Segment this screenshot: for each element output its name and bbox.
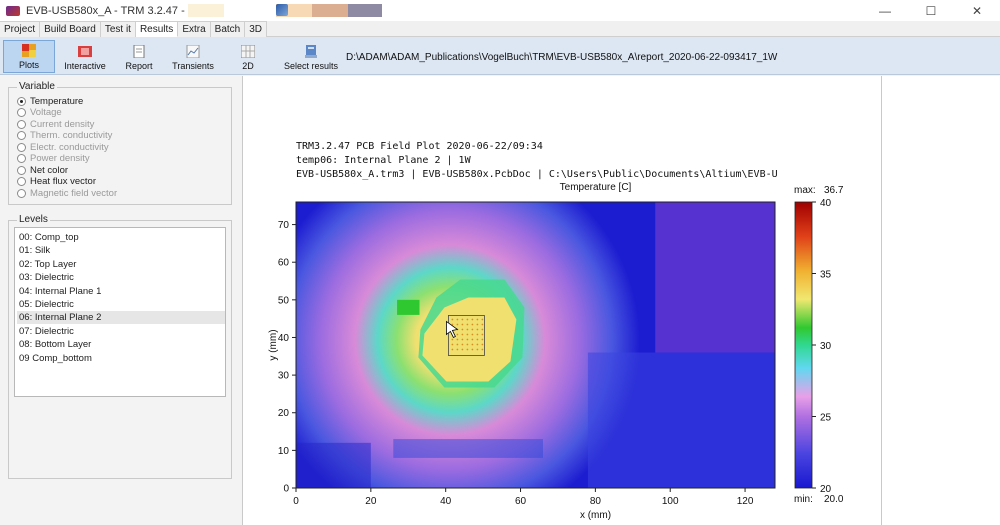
close-button[interactable]: ✕ bbox=[954, 0, 1000, 21]
select-results-button[interactable]: Select results bbox=[281, 40, 341, 73]
2d-button[interactable]: 2D bbox=[224, 40, 272, 73]
window-title: EVB-USB580x_A - TRM 3.2.47 - D: bbox=[26, 4, 199, 17]
tab-results[interactable]: Results bbox=[135, 21, 179, 37]
variable-option-label: Heat flux vector bbox=[30, 176, 96, 187]
report-label: Report bbox=[125, 61, 153, 71]
variable-option-electr-conductivity[interactable]: Electr. conductivity bbox=[17, 141, 109, 153]
transients-label: Transients bbox=[172, 61, 214, 71]
tab-project[interactable]: Project bbox=[0, 21, 41, 37]
radio-icon[interactable] bbox=[17, 131, 26, 140]
variable-option-heat-flux-vector[interactable]: Heat flux vector bbox=[17, 176, 96, 188]
radio-icon[interactable] bbox=[17, 96, 26, 106]
interactive-label: Interactive bbox=[64, 61, 106, 71]
grid-2d-icon bbox=[241, 45, 255, 58]
radio-icon[interactable] bbox=[17, 142, 26, 152]
minimize-button[interactable]: — bbox=[862, 0, 908, 21]
plot-header-line2: temp06: Internal Plane 2 | 1W bbox=[296, 155, 471, 166]
2d-label: 2D bbox=[242, 61, 254, 71]
plots-button[interactable]: Plots bbox=[3, 40, 55, 73]
radio-icon[interactable] bbox=[17, 108, 26, 117]
tab-batch[interactable]: Batch bbox=[210, 21, 246, 37]
interactive-button[interactable]: Interactive bbox=[60, 40, 110, 73]
tab-extra[interactable]: Extra bbox=[178, 21, 211, 37]
report-path: D:\ADAM\ADAM_Publications\VogelBuch\TRM\… bbox=[346, 52, 778, 63]
variable-option-label: Power density bbox=[30, 153, 90, 164]
plots-label: Plots bbox=[18, 60, 39, 70]
level-item[interactable]: 07: Dielectric bbox=[17, 325, 225, 338]
variable-option-label: Voltage bbox=[30, 107, 62, 118]
interactive-icon bbox=[78, 46, 92, 57]
variable-option-therm-conductivity[interactable]: Therm. conductivity bbox=[17, 130, 112, 142]
transients-button[interactable]: Transients bbox=[168, 40, 218, 73]
level-item[interactable]: 00: Comp_top bbox=[17, 231, 225, 244]
variable-option-voltage[interactable]: Voltage bbox=[17, 107, 62, 119]
select-results-label: Select results bbox=[283, 61, 339, 71]
variable-option-label: Electr. conductivity bbox=[30, 141, 109, 153]
report-icon bbox=[133, 45, 145, 58]
variable-option-label: Current density bbox=[30, 118, 95, 130]
select-results-icon bbox=[305, 45, 317, 58]
tab-build-board[interactable]: Build Board bbox=[40, 21, 101, 37]
variable-option-label: Magnetic field vector bbox=[30, 187, 118, 199]
title-bar: EVB-USB580x_A - TRM 3.2.47 - D: — ☐ ✕ bbox=[0, 0, 1000, 21]
tab-test-it[interactable]: Test it bbox=[100, 21, 136, 37]
levels-group-title: Levels bbox=[17, 214, 50, 225]
right-empty-strip bbox=[882, 76, 1000, 525]
variable-group-title: Variable bbox=[17, 81, 57, 92]
tab-3d[interactable]: 3D bbox=[245, 21, 268, 37]
variable-option-net-color[interactable]: Net color bbox=[17, 164, 68, 176]
level-item[interactable]: 06: Internal Plane 2 bbox=[17, 311, 225, 325]
radio-icon[interactable] bbox=[17, 154, 26, 163]
radio-icon[interactable] bbox=[17, 165, 26, 175]
plot-header-line1: TRM3.2.47 PCB Field Plot 2020-06-22/09:3… bbox=[296, 141, 543, 152]
main-tabs: Project Build Board Test it Results Extr… bbox=[0, 21, 1000, 37]
radio-icon[interactable] bbox=[17, 177, 26, 186]
radio-icon[interactable] bbox=[17, 119, 26, 129]
maximize-button[interactable]: ☐ bbox=[908, 0, 954, 21]
level-item[interactable]: 09 Comp_bottom bbox=[17, 352, 225, 365]
level-item[interactable]: 01: Silk bbox=[17, 244, 225, 257]
plots-icon bbox=[22, 44, 36, 57]
variable-option-current-density[interactable]: Current density bbox=[17, 118, 94, 130]
variable-option-temperature[interactable]: Temperature bbox=[17, 95, 83, 107]
variable-option-label: Temperature bbox=[30, 95, 84, 107]
level-item[interactable]: 02: Top Layer bbox=[17, 258, 225, 271]
variable-option-label: Therm. conductivity bbox=[30, 130, 113, 141]
level-item[interactable]: 08: Bottom Layer bbox=[17, 338, 225, 351]
variable-option-power-density[interactable]: Power density bbox=[17, 153, 90, 165]
level-item[interactable]: 04: Internal Plane 1 bbox=[17, 285, 225, 298]
radio-icon[interactable] bbox=[17, 188, 26, 198]
transients-icon bbox=[186, 45, 200, 58]
level-item[interactable]: 05: Dielectric bbox=[17, 298, 225, 311]
app-logo-icon bbox=[6, 5, 20, 16]
report-button[interactable]: Report bbox=[116, 40, 162, 73]
plot-header-line3: EVB-USB580x_A.trm3 | EVB-USB580x.PcbDoc … bbox=[296, 169, 778, 180]
titlebar-tool-icon[interactable] bbox=[276, 4, 288, 16]
variable-option-magnetic-field-vector[interactable]: Magnetic field vector bbox=[17, 187, 117, 199]
level-item[interactable]: 03: Dielectric bbox=[17, 271, 225, 284]
levels-list[interactable]: 00: Comp_top 01: Silk 02: Top Layer 03: Die… bbox=[14, 227, 226, 397]
variable-option-label: Net color bbox=[30, 164, 69, 176]
